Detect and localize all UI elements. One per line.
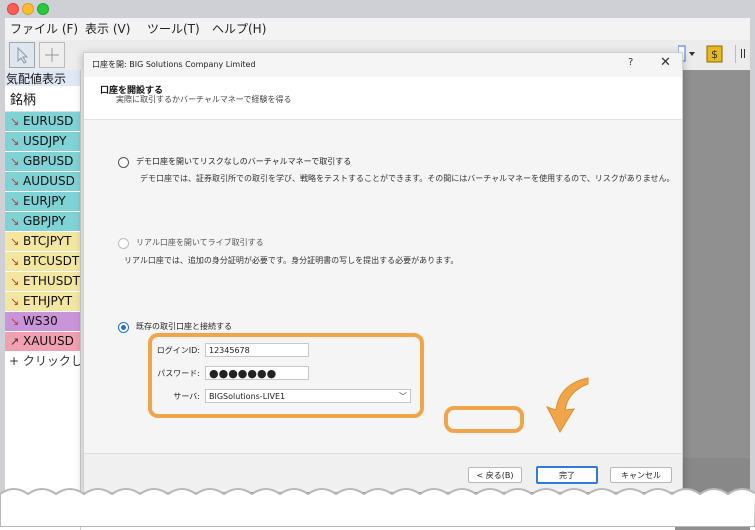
- symbol-row[interactable]: ↘ ETHJPYT: [5, 292, 80, 312]
- existing-option-title[interactable]: 既存の取引口座と接続する: [136, 321, 232, 332]
- arrow-down-icon: ↘: [10, 255, 20, 268]
- plus-icon: +: [9, 354, 23, 368]
- menu-bar: ファイル (F) 表示 (V) ツール(T) ヘルプ(H): [5, 18, 750, 40]
- add-symbol-label: クリックして追加: [22, 354, 80, 368]
- symbol-name: EURUSD: [23, 114, 74, 128]
- chevron-down-icon: ﹀: [399, 392, 407, 401]
- arrow-down-icon: ↘: [10, 115, 20, 128]
- password-label: パスワード:: [157, 369, 200, 378]
- symbol-row[interactable]: ↘ GBPUSD: [5, 152, 80, 172]
- market-watch-panel: 気配値表示 銘柄 ↘ EURUSD ↘ USDJPY ↘ GBPUSD ↘ AUDUSD ↘ EU…: [5, 70, 81, 530]
- symbol-name: USDJPY: [23, 134, 67, 148]
- arrow-down-icon: ↘: [10, 235, 20, 248]
- server-label: サーバ:: [173, 392, 200, 401]
- close-icon[interactable]: ✕: [660, 55, 671, 70]
- demo-option-title[interactable]: デモ口座を開いてリスクなしのバーチャルマネーで取引する: [136, 156, 351, 167]
- market-watch-title: 気配値表示: [5, 70, 80, 86]
- cursor-tool-button[interactable]: [9, 42, 35, 68]
- symbol-row[interactable]: ↘ ETHUSDT: [5, 272, 80, 292]
- symbol-row[interactable]: ↘ BTCJPYT: [5, 232, 80, 252]
- arrow-down-icon: ↘: [10, 275, 20, 288]
- symbol-row[interactable]: ↘ BTCUSDT: [5, 252, 80, 272]
- dialog-title: 口座を開: BIG Solutions Company Limited: [92, 60, 256, 69]
- symbol-name: ETHJPYT: [23, 294, 73, 308]
- pointer-arrow-icon: [545, 377, 589, 434]
- symbol-name: WS30: [23, 314, 58, 328]
- symbol-row[interactable]: ↘ EURUSD: [5, 112, 80, 132]
- demo-option-desc: デモ口座では、証券取引所での取引を学び、戦略をテストすることができます。その間に…: [140, 174, 675, 183]
- symbol-row[interactable]: ↗ XAUUSD: [5, 332, 80, 352]
- symbol-row[interactable]: ↘ EURJPY: [5, 192, 80, 212]
- demo-account-radio[interactable]: [118, 157, 129, 168]
- symbol-row[interactable]: ↘ GBPJPY: [5, 212, 80, 232]
- server-value: BIGSolutions-LIVE1: [209, 392, 286, 401]
- cancel-button[interactable]: キャンセル: [610, 467, 672, 483]
- server-dropdown[interactable]: BIGSolutions-LIVE1 ﹀: [205, 389, 411, 403]
- open-account-dialog: 口座を開: BIG Solutions Company Limited ? ✕ …: [83, 52, 683, 492]
- toolbar-overflow-icon[interactable]: [735, 45, 748, 63]
- symbol-name: EURJPY: [23, 194, 66, 208]
- symbol-row[interactable]: ↘ AUDUSD: [5, 172, 80, 192]
- svg-text:$: $: [711, 48, 718, 61]
- add-symbol-row[interactable]: + クリックして追加: [5, 352, 80, 371]
- real-account-radio[interactable]: [118, 238, 129, 249]
- menu-tools[interactable]: ツール(T): [147, 20, 200, 37]
- symbol-name: AUDUSD: [23, 174, 75, 188]
- minimize-window-button[interactable]: [22, 3, 34, 15]
- cursor-icon: [17, 46, 29, 64]
- login-fields-highlight: ログインID: 12345678 パスワード: ●●●●●●● サーバ: BIG…: [148, 333, 424, 418]
- arrow-down-icon: ↘: [10, 155, 20, 168]
- real-option-title[interactable]: リアル口座を開いてライブ取引する: [136, 237, 264, 248]
- arrow-down-icon: ↘: [10, 215, 20, 228]
- symbol-row[interactable]: ↘ USDJPY: [5, 132, 80, 152]
- arrow-down-icon: ↘: [10, 295, 20, 308]
- menu-file[interactable]: ファイル (F): [10, 20, 78, 37]
- zoom-window-button[interactable]: [37, 3, 49, 15]
- window-frame: ファイル (F) 表示 (V) ツール(T) ヘルプ(H) $ 気配値表示 銘柄…: [0, 0, 755, 530]
- app-window: ファイル (F) 表示 (V) ツール(T) ヘルプ(H) $ 気配値表示 銘柄…: [5, 18, 750, 530]
- real-option-desc: リアル口座では、追加の身分証明が必要です。身分証明書の写しを提出する必要がありま…: [124, 256, 459, 265]
- close-window-button[interactable]: [7, 3, 19, 15]
- dialog-body: デモ口座を開いてリスクなしのバーチャルマネーで取引する デモ口座では、証券取引所…: [84, 120, 682, 453]
- market-watch-header[interactable]: 銘柄: [5, 86, 80, 112]
- login-id-label: ログインID:: [156, 346, 200, 355]
- torn-edge-wave: [0, 488, 755, 527]
- arrow-down-icon: ↘: [10, 135, 20, 148]
- symbol-name: GBPJPY: [23, 214, 66, 228]
- symbol-row[interactable]: ↘ WS30: [5, 312, 80, 332]
- dialog-subheading: 実際に取引するかバーチャルマネーで経験を得る: [116, 95, 292, 104]
- crosshair-tool-button[interactable]: [39, 42, 65, 68]
- symbol-name: BTCJPYT: [23, 234, 72, 248]
- arrow-down-icon: ↘: [10, 175, 20, 188]
- existing-account-radio[interactable]: [118, 322, 129, 333]
- symbol-list: ↘ EURUSD ↘ USDJPY ↘ GBPUSD ↘ AUDUSD ↘ EURJPY ↘ GBPJ…: [5, 112, 80, 352]
- menu-help[interactable]: ヘルプ(H): [212, 20, 266, 37]
- dialog-titlebar: 口座を開: BIG Solutions Company Limited ? ✕: [84, 53, 682, 77]
- help-button[interactable]: ?: [628, 57, 633, 68]
- menu-view[interactable]: 表示 (V): [85, 20, 130, 37]
- arrow-down-icon: ↘: [10, 195, 20, 208]
- crosshair-icon: [45, 48, 59, 62]
- arrow-up-icon: ↗: [10, 335, 20, 348]
- login-id-input[interactable]: 12345678: [205, 343, 309, 357]
- dialog-header: 口座を開設する 実際に取引するかバーチャルマネーで経験を得る: [84, 77, 682, 120]
- arrow-down-icon: ↘: [10, 315, 20, 328]
- finish-button-highlight: [444, 406, 524, 433]
- back-button[interactable]: < 戻る(B): [468, 467, 522, 483]
- symbol-name: BTCUSDT: [23, 254, 80, 268]
- symbol-name: XAUUSD: [23, 334, 74, 348]
- symbol-name: ETHUSDT: [23, 274, 80, 288]
- password-input[interactable]: ●●●●●●●: [205, 366, 309, 380]
- dollar-icon[interactable]: $: [706, 45, 724, 66]
- symbol-name: GBPUSD: [23, 154, 74, 168]
